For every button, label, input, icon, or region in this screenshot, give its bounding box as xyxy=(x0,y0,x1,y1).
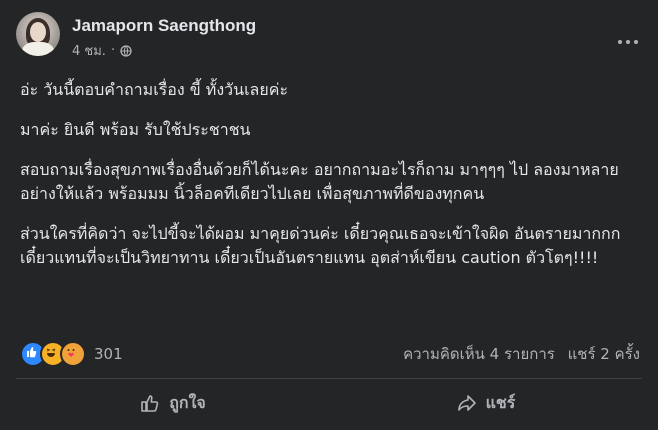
comments-count[interactable]: ความคิดเห็น 4 รายการ xyxy=(403,345,555,363)
reaction-count: 301 xyxy=(94,345,123,363)
share-arrow-icon xyxy=(457,395,476,411)
post-paragraph: สอบถามเรื่องสุขภาพเรื่องอื่นด้วยก็ได้นะค… xyxy=(20,160,619,203)
share-button[interactable]: แชร์ xyxy=(329,380,642,426)
reactions-bar: 301 ความคิดเห็น 4 รายการ แชร์ 2 ครั้ง xyxy=(20,340,640,368)
post-header: Jamaporn Saengthong 4 ชม. · xyxy=(16,10,642,66)
reaction-summary[interactable]: 301 xyxy=(20,341,123,367)
post-paragraph: ส่วนใครที่คิดว่า จะไปขี้จะได้ผอม มาคุยด่… xyxy=(20,224,621,267)
post-meta: Jamaporn Saengthong 4 ชม. · xyxy=(72,10,614,61)
shares-count[interactable]: แชร์ 2 ครั้ง xyxy=(568,345,640,363)
post-paragraph: มาค่ะ ยินดี พร้อม รับใช้ประชาชน xyxy=(20,120,251,139)
care-icon xyxy=(60,341,86,367)
avatar[interactable] xyxy=(16,12,60,56)
separator-dot: · xyxy=(110,43,116,58)
divider xyxy=(16,378,642,379)
like-label: ถูกใจ xyxy=(169,392,206,412)
more-options-icon[interactable] xyxy=(614,32,642,52)
action-bar: ถูกใจ แชร์ xyxy=(16,380,642,426)
globe-icon[interactable] xyxy=(120,44,132,57)
post-time[interactable]: 4 ชม. xyxy=(72,40,106,61)
facebook-post: Jamaporn Saengthong 4 ชม. · อ่ะ วันนี้ตอ… xyxy=(0,0,658,430)
like-button[interactable]: ถูกใจ xyxy=(16,380,329,426)
author-name[interactable]: Jamaporn Saengthong xyxy=(72,16,614,36)
post-paragraph: อ่ะ วันนี้ตอบคำถามเรื่อง ขี้ ทั้งวันเลยค… xyxy=(20,80,289,99)
post-subline: 4 ชม. · xyxy=(72,40,614,61)
share-label: แชร์ xyxy=(485,392,516,412)
engagement-stats: ความคิดเห็น 4 รายการ แชร์ 2 ครั้ง xyxy=(395,342,640,366)
thumbs-up-icon xyxy=(141,395,159,412)
post-content: อ่ะ วันนี้ตอบคำถามเรื่อง ขี้ ทั้งวันเลยค… xyxy=(20,78,640,286)
reaction-icons xyxy=(20,341,86,367)
